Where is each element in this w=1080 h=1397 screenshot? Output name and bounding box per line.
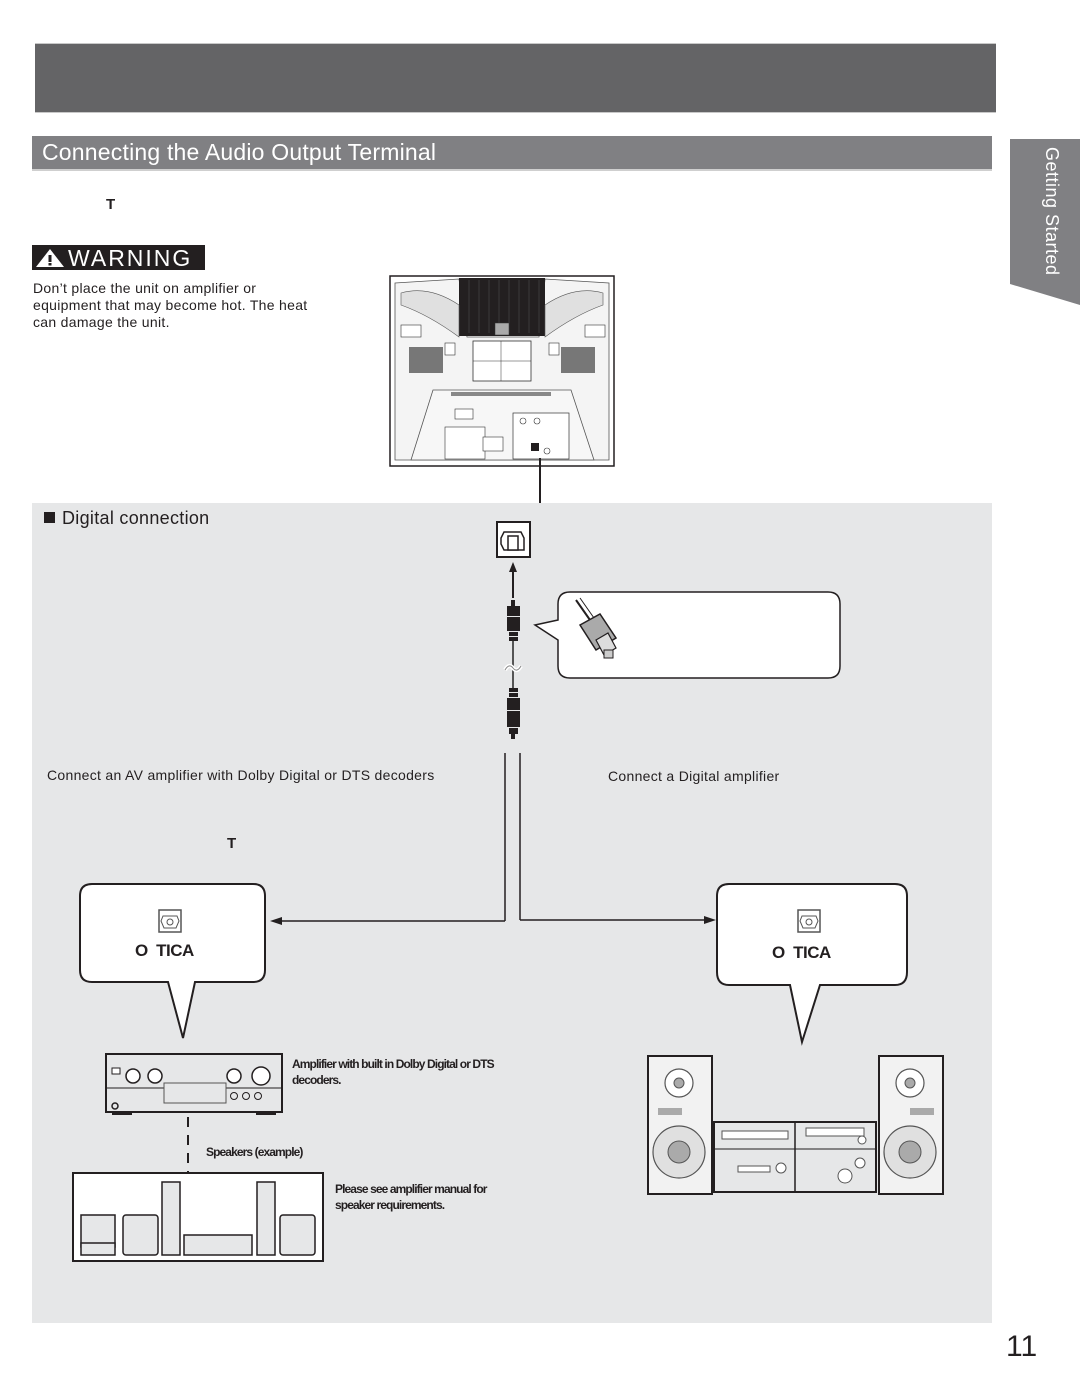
av-amplifier-illustration	[105, 1053, 283, 1115]
speaker-set-illustration	[72, 1172, 324, 1262]
optical-label-left: O TICA	[135, 941, 194, 960]
arrow-right-icon	[704, 916, 716, 924]
optical-callout-right	[716, 883, 908, 1046]
connection-diagram	[72, 458, 944, 1262]
optical-plug-upper-icon	[507, 600, 520, 688]
arrow-up-icon	[509, 562, 517, 598]
arrow-left-icon	[270, 917, 282, 925]
amplifier-caption: Amplifier with built in Dolby Digital or…	[292, 1057, 495, 1087]
av-amplifier-caption: Connect an AV amplifier with Dolby Digit…	[47, 767, 435, 783]
optical-label-right: O TICA	[772, 943, 831, 962]
optical-port-icon	[496, 521, 531, 558]
stereo-system-illustration	[647, 1055, 944, 1195]
plug-closeup-callout	[533, 591, 841, 679]
optical-callout-left	[79, 883, 266, 1039]
optical-plug-lower-icon	[507, 688, 520, 739]
speaker-requirements-caption: Please see amplifier manual for speaker …	[335, 1182, 487, 1212]
speakers-caption: Speakers (example)	[206, 1145, 303, 1159]
digital-amplifier-caption: Connect a Digital amplifier	[608, 768, 780, 784]
optical-jack-icon	[797, 909, 821, 933]
optical-jack-icon	[158, 909, 182, 933]
av-text-fragment: T	[227, 835, 237, 852]
page-number: 11	[1006, 1330, 1038, 1363]
